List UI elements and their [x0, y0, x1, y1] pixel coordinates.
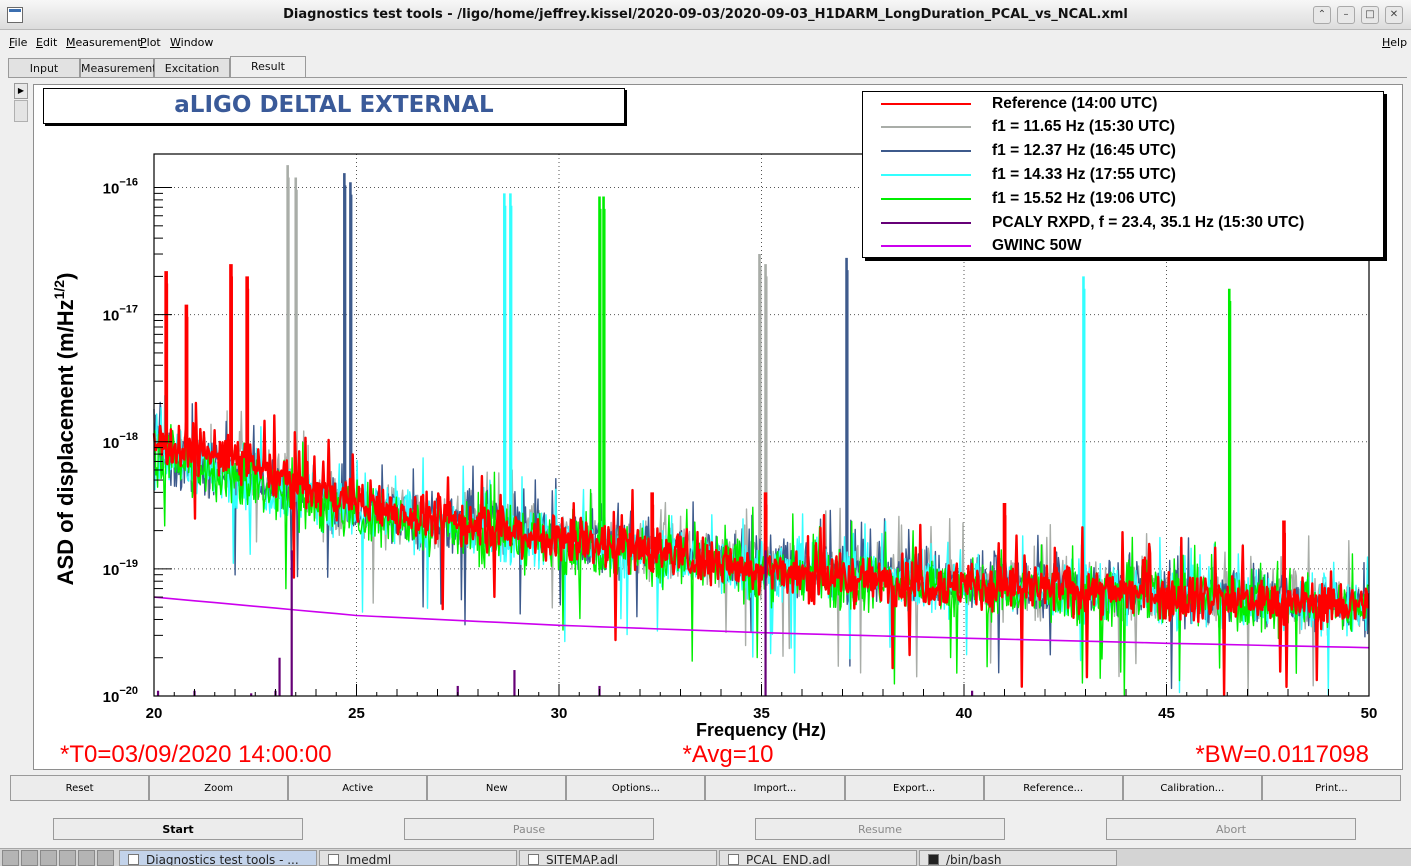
window-icon	[728, 854, 739, 865]
import-button[interactable]: Import...	[705, 775, 845, 801]
legend-label: f1 = 14.33 Hz (17:55 UTC)	[992, 166, 1176, 183]
abort-button[interactable]: Abort	[1106, 818, 1356, 840]
tab-input[interactable]: Input	[8, 58, 80, 78]
side-scroll-handle[interactable]	[14, 100, 28, 122]
reference-button[interactable]: Reference...	[983, 775, 1123, 801]
legend-swatch	[881, 198, 971, 200]
window-icon	[328, 854, 339, 865]
print-button[interactable]: Print...	[1261, 775, 1401, 801]
taskbar-item-label: SITEMAP.adl	[546, 853, 619, 866]
window-title: Diagnostics test tools - /ligo/home/jeff…	[283, 7, 1128, 22]
menu-file[interactable]: File	[9, 36, 27, 49]
title-bar: Diagnostics test tools - /ligo/home/jeff…	[0, 0, 1411, 30]
maximize-icon[interactable]: □	[1361, 6, 1379, 24]
legend-label: f1 = 12.37 Hz (16:45 UTC)	[992, 142, 1176, 159]
x-tick-label: 40	[956, 705, 973, 722]
y-tick-label: 10−20	[103, 685, 138, 706]
legend-label: Reference (14:00 UTC)	[992, 95, 1158, 112]
expand-arrow-icon[interactable]: ▶	[14, 83, 28, 99]
legend-swatch	[881, 174, 971, 176]
legend[interactable]: Reference (14:00 UTC) f1 = 11.65 Hz (15:…	[862, 91, 1384, 258]
legend-entry: f1 = 14.33 Hz (17:55 UTC)	[863, 164, 1383, 186]
taskbar-item-terminal[interactable]: /bin/bash	[919, 850, 1117, 866]
taskbar-item-pcal-end[interactable]: PCAL_END.adl	[719, 850, 917, 866]
tab-result[interactable]: Result	[230, 56, 306, 78]
bw-readout: *BW=0.0117098	[1195, 741, 1369, 768]
workspace-pager[interactable]	[97, 850, 114, 866]
legend-entry: f1 = 12.37 Hz (16:45 UTC)	[863, 140, 1383, 162]
plot-title-box: aLIGO DELTAL EXTERNAL	[43, 88, 625, 124]
avg-readout: *Avg=10	[683, 741, 774, 768]
active-button[interactable]: Active	[288, 775, 428, 801]
x-tick-label: 25	[348, 705, 365, 722]
resume-button[interactable]: Resume	[755, 818, 1005, 840]
pause-button[interactable]: Pause	[404, 818, 654, 840]
legend-entry: Reference (14:00 UTC)	[863, 93, 1383, 115]
shade-icon[interactable]: ⌃	[1313, 6, 1331, 24]
legend-swatch	[881, 126, 971, 128]
workspace-pager[interactable]	[59, 850, 76, 866]
export-button[interactable]: Export...	[844, 775, 984, 801]
taskbar-item-medm[interactable]: Imedml	[319, 850, 517, 866]
y-tick-label: 10−19	[103, 558, 138, 579]
taskbar-item-sitemap[interactable]: SITEMAP.adl	[519, 850, 717, 866]
legend-swatch	[881, 103, 971, 105]
close-icon[interactable]: ✕	[1385, 6, 1403, 24]
menu-edit[interactable]: Edit	[36, 36, 57, 49]
workspace-pager[interactable]	[78, 850, 95, 866]
legend-swatch	[881, 150, 971, 152]
menu-bar: File Edit Measurement Plot Window Help	[0, 31, 1411, 53]
t0-readout: *T0=03/09/2020 14:00:00	[60, 741, 332, 768]
window-controls: ⌃ – □ ✕	[1313, 6, 1403, 24]
y-axis-label: ASD of displacement (m/Hz1/2)	[51, 273, 78, 586]
x-tick-label: 30	[551, 705, 568, 722]
menu-plot[interactable]: Plot	[140, 36, 161, 49]
legend-entry: f1 = 11.65 Hz (15:30 UTC)	[863, 116, 1383, 138]
legend-entry: PCALY RXPD, f = 23.4, 35.1 Hz (15:30 UTC…	[863, 212, 1383, 234]
taskbar-item-label: Diagnostics test tools - ...	[146, 853, 299, 866]
tab-divider	[8, 77, 1407, 78]
menu-window[interactable]: Window	[170, 36, 213, 49]
workspace-pager[interactable]	[2, 850, 19, 866]
x-tick-label: 20	[146, 705, 163, 722]
workspace-pager[interactable]	[21, 850, 38, 866]
legend-entry: f1 = 15.52 Hz (19:06 UTC)	[863, 188, 1383, 210]
x-axis-label: Frequency (Hz)	[696, 720, 826, 740]
x-tick-label: 50	[1361, 705, 1378, 722]
menu-measurement[interactable]: Measurement	[66, 36, 142, 49]
y-tick-label: 10−18	[103, 431, 138, 452]
taskbar-item-label: Imedml	[346, 853, 392, 866]
window-icon	[128, 854, 139, 865]
taskbar: Diagnostics test tools - ... Imedml SITE…	[0, 848, 1411, 866]
calibration-button[interactable]: Calibration...	[1122, 775, 1262, 801]
y-tick-label: 10−16	[103, 177, 138, 198]
options-button[interactable]: Options...	[566, 775, 706, 801]
new-button[interactable]: New	[427, 775, 567, 801]
start-button[interactable]: Start	[53, 818, 303, 840]
taskbar-item-label: /bin/bash	[946, 853, 1002, 866]
x-tick-label: 45	[1158, 705, 1175, 722]
tab-excitation[interactable]: Excitation	[154, 58, 230, 78]
tab-measurement[interactable]: Measurement	[80, 58, 157, 78]
legend-label: PCALY RXPD, f = 23.4, 35.1 Hz (15:30 UTC…	[992, 214, 1305, 231]
legend-label: GWINC 50W	[992, 237, 1082, 254]
legend-entry: GWINC 50W	[863, 235, 1383, 257]
y-tick-label: 10−17	[103, 304, 138, 325]
zoom-button[interactable]: Zoom	[149, 775, 289, 801]
reset-button[interactable]: Reset	[10, 775, 150, 801]
menu-help[interactable]: Help	[1382, 36, 1407, 49]
taskbar-item-label: PCAL_END.adl	[746, 853, 831, 866]
plot-button-bar: Reset Zoom Active New Options... Import.…	[10, 775, 1401, 801]
legend-label: f1 = 11.65 Hz (15:30 UTC)	[992, 118, 1176, 135]
legend-swatch	[881, 245, 971, 247]
taskbar-item-diagnostics[interactable]: Diagnostics test tools - ...	[119, 850, 317, 866]
plot-title: aLIGO DELTAL EXTERNAL	[174, 92, 494, 118]
minimize-icon[interactable]: –	[1337, 6, 1355, 24]
legend-swatch	[881, 222, 971, 224]
terminal-icon	[928, 854, 939, 865]
workspace-pager[interactable]	[40, 850, 57, 866]
window-icon	[528, 854, 539, 865]
legend-label: f1 = 15.52 Hz (19:06 UTC)	[992, 190, 1176, 207]
